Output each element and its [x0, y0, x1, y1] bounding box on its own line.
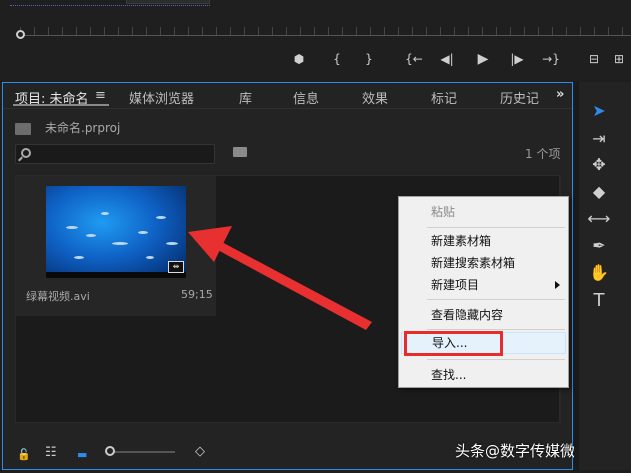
menu-item-new-bin[interactable]: 新建素材箱 — [399, 230, 568, 252]
menu-item-new-item[interactable]: 新建项目 — [399, 274, 568, 296]
menu-separator — [427, 359, 565, 360]
menu-item-paste[interactable]: 粘贴 — [399, 201, 568, 223]
menu-item-find[interactable]: 查找... — [399, 364, 568, 386]
import-highlight-box — [404, 331, 503, 356]
arrow-shaft — [214, 240, 372, 330]
context-menu: 粘贴 新建素材箱 新建搜索素材箱 新建项目 查看隐藏内容 导入... 查找... — [398, 196, 569, 388]
premiere-window: ⬢ { } {← ◀| ▶ |▶ →} ⊟ ⊞ 项目: 未命名 ≡ 媒体浏览器 … — [0, 0, 631, 473]
menu-separator — [427, 299, 565, 300]
menu-separator — [427, 329, 565, 330]
menu-item-new-search-bin[interactable]: 新建搜索素材箱 — [399, 252, 568, 274]
menu-item-view-hidden[interactable]: 查看隐藏内容 — [399, 304, 568, 326]
menu-item-new-item-label: 新建项目 — [431, 278, 480, 292]
submenu-arrow-icon — [555, 281, 560, 289]
menu-separator — [427, 227, 565, 228]
